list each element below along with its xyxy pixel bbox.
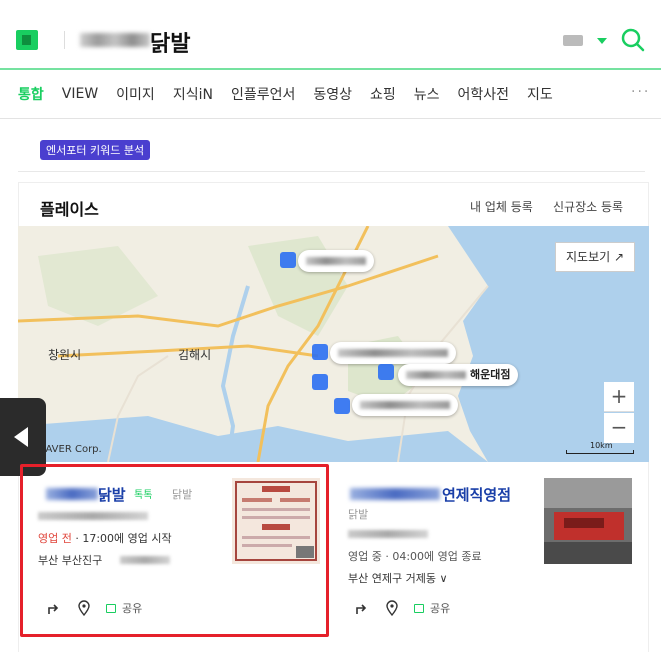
header-divider <box>64 31 65 49</box>
map-marker[interactable] <box>334 398 350 414</box>
share-icon <box>414 603 424 613</box>
place-result-card[interactable]: 연제직영점 닭발 영업 중 · 04:00에 영업 종료 부산 연제구 거제동 … <box>340 466 640 636</box>
tab-news[interactable]: 뉴스 <box>414 84 440 104</box>
naver-logo[interactable] <box>16 30 38 50</box>
chevron-down-icon[interactable] <box>597 38 607 44</box>
map-marker[interactable] <box>280 252 296 268</box>
search-header: 닭발 <box>0 0 661 68</box>
search-query[interactable]: 닭발 <box>150 26 190 58</box>
result-title-blurred <box>350 488 440 500</box>
tab-map[interactable]: 지도 <box>527 84 553 104</box>
map-marker-label-haeundae[interactable]: 해운대점 <box>398 364 519 386</box>
tab-view[interactable]: VIEW <box>62 86 98 102</box>
location-pin-icon[interactable] <box>384 600 400 616</box>
result-actions: 공유 <box>354 600 450 616</box>
search-icon[interactable] <box>621 28 645 52</box>
zoom-in-button[interactable]: + <box>604 382 634 412</box>
tab-shopping[interactable]: 쇼핑 <box>370 84 396 104</box>
tab-knowledge-in[interactable]: 지식iN <box>173 84 213 104</box>
map-marker-label[interactable] <box>330 342 456 364</box>
place-title: 플레이스 <box>40 200 99 219</box>
result-title[interactable]: 연제직영점 <box>442 484 511 505</box>
tabs-more-button[interactable]: ··· <box>631 84 650 100</box>
map-view-button[interactable]: 지도보기 ↗ <box>555 242 635 272</box>
tabs-divider <box>0 118 661 119</box>
map-marker[interactable] <box>312 374 328 390</box>
query-blurred-text <box>80 33 150 47</box>
keyboard-icon[interactable] <box>563 35 583 46</box>
result-category: 닭발 <box>348 508 369 521</box>
register-new-place-link[interactable]: 신규장소 등록 <box>553 198 623 215</box>
map-scale-bar <box>566 450 634 454</box>
map-marker[interactable] <box>378 364 394 380</box>
directions-icon[interactable] <box>354 600 370 616</box>
map-marker-label[interactable] <box>352 394 458 416</box>
register-business-link[interactable]: 내 업체 등록 <box>470 198 533 215</box>
result-status: 영업 중 · 04:00에 영업 종료 <box>348 550 482 563</box>
haeundae-label: 해운대점 <box>470 368 511 381</box>
keyword-analysis-chip[interactable]: 엔서포터 키워드 분석 <box>40 140 151 160</box>
search-tabs: 통합 VIEW 이미지 지식iN 인플루언서 동영상 쇼핑 뉴스 어학사전 지도… <box>0 80 661 108</box>
map-marker-label[interactable] <box>298 250 374 272</box>
tab-influencer[interactable]: 인플루언서 <box>231 84 295 104</box>
highlight-box <box>20 464 329 637</box>
map-scale-label: 10km <box>590 441 613 450</box>
result-thumbnail[interactable] <box>544 478 632 564</box>
tab-dictionary[interactable]: 어학사전 <box>458 84 510 104</box>
tab-video[interactable]: 동영상 <box>313 84 352 104</box>
result-blurred-line <box>348 530 428 538</box>
header-underline <box>0 68 661 70</box>
map-label-gimhae: 김해시 <box>178 348 212 362</box>
map-marker[interactable] <box>312 344 328 360</box>
tab-images[interactable]: 이미지 <box>116 84 155 104</box>
result-address[interactable]: 부산 연제구 거제동 ∨ <box>348 570 448 586</box>
share-button[interactable]: 공유 <box>414 600 450 616</box>
tab-integrated[interactable]: 통합 <box>18 84 44 104</box>
zoom-out-button[interactable]: − <box>604 413 634 443</box>
map-copyright: NAVER Corp. <box>38 444 102 455</box>
share-label: 공유 <box>430 602 451 615</box>
map-label-changwon: 창원시 <box>48 348 82 362</box>
